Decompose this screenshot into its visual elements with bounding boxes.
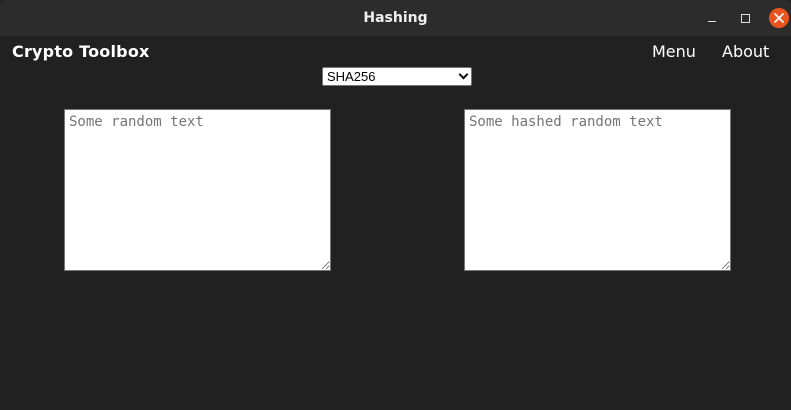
algorithm-selected-value: SHA256 bbox=[327, 69, 376, 84]
input-text-area[interactable] bbox=[64, 109, 331, 271]
minimize-button[interactable] bbox=[703, 9, 721, 27]
maximize-button[interactable] bbox=[736, 9, 754, 27]
app-brand: Crypto Toolbox bbox=[12, 42, 150, 61]
title-bar[interactable]: Hashing bbox=[0, 0, 791, 36]
nav-menu-link[interactable]: Menu bbox=[652, 42, 696, 61]
minimize-icon bbox=[708, 21, 716, 22]
close-icon bbox=[774, 13, 784, 23]
close-button[interactable] bbox=[769, 8, 789, 28]
nav-about-link[interactable]: About bbox=[722, 42, 769, 61]
app-window: Hashing Crypto Toolbox Menu About SHA256 bbox=[0, 0, 791, 410]
maximize-icon bbox=[740, 13, 750, 23]
window-title: Hashing bbox=[363, 10, 428, 26]
hashed-output-area[interactable] bbox=[464, 109, 731, 271]
chevron-down-icon bbox=[458, 69, 469, 80]
algorithm-select[interactable]: SHA256 bbox=[322, 67, 472, 86]
